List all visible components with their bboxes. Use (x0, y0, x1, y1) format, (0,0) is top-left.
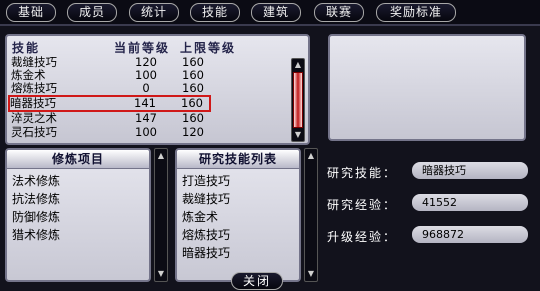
header-current-level: 当前等级 (114, 41, 171, 55)
skill-row-selected[interactable]: 暗器技巧 141 160 (8, 95, 211, 112)
skill-description-box (328, 34, 526, 141)
research-exp-field: 41552 (412, 194, 528, 211)
scroll-down-icon[interactable]: ▼ (293, 130, 303, 140)
skill-name: 淬灵之术 (11, 111, 57, 125)
list-item[interactable]: 抗法修炼 (12, 191, 60, 208)
tab-skills[interactable]: 技能 (190, 3, 240, 22)
skill-current-level: 147 (135, 111, 157, 125)
upgrade-exp-label: 升级经验： (327, 230, 398, 244)
skill-row[interactable]: 熔炼技巧 0 160 (11, 82, 266, 95)
tab-bar: 基础 成员 统计 技能 建筑 联赛 奖励标准 (0, 0, 540, 24)
scroll-thumb[interactable] (293, 72, 303, 128)
skill-max-level: 160 (181, 96, 203, 110)
research-list-scrollbar[interactable]: ▲ ▼ (304, 148, 318, 282)
scroll-up-icon[interactable]: ▲ (293, 60, 303, 70)
skill-name: 暗器技巧 (10, 96, 56, 110)
close-button[interactable]: 关闭 (231, 272, 283, 290)
skills-window: 技能 当前等级 上限等级 裁缝技巧 120 160 炼金术 100 160 熔炼… (0, 24, 540, 291)
list-item[interactable]: 打造技巧 (182, 173, 230, 190)
skill-current-level: 100 (135, 125, 157, 139)
list-item[interactable]: 炼金术 (182, 209, 218, 226)
tab-league[interactable]: 联赛 (314, 3, 364, 22)
skill-max-level: 120 (182, 125, 204, 139)
tab-buildings[interactable]: 建筑 (251, 3, 301, 22)
list-item[interactable]: 暗器技巧 (182, 245, 230, 262)
scroll-down-icon[interactable]: ▼ (156, 269, 166, 279)
training-list-title: 修炼项目 (7, 150, 149, 169)
research-list-title: 研究技能列表 (177, 150, 299, 169)
list-item[interactable]: 裁缝技巧 (182, 191, 230, 208)
research-skill-list: 研究技能列表 打造技巧 裁缝技巧 炼金术 熔炼技巧 暗器技巧 (175, 148, 301, 282)
scroll-down-icon[interactable]: ▼ (306, 269, 316, 279)
scroll-up-icon[interactable]: ▲ (306, 151, 316, 161)
research-exp-label: 研究经验： (327, 198, 398, 212)
research-skill-field: 暗器技巧 (412, 162, 528, 179)
tab-members[interactable]: 成员 (67, 3, 117, 22)
research-skill-label: 研究技能： (327, 166, 398, 180)
skill-name: 灵石技巧 (11, 125, 57, 139)
skill-row[interactable]: 淬灵之术 147 160 (11, 112, 266, 125)
header-max-level: 上限等级 (180, 41, 237, 55)
skill-row[interactable]: 灵石技巧 100 120 (11, 126, 266, 139)
skill-current-level: 0 (142, 81, 150, 95)
training-list-scrollbar[interactable]: ▲ ▼ (154, 148, 168, 282)
scroll-up-icon[interactable]: ▲ (156, 151, 166, 161)
upgrade-exp-field: 968872 (412, 226, 528, 243)
header-skill: 技能 (12, 41, 41, 55)
skill-name: 熔炼技巧 (11, 81, 57, 95)
list-item[interactable]: 猎术修炼 (12, 227, 60, 244)
skill-max-level: 160 (182, 81, 204, 95)
skill-current-level: 141 (134, 96, 156, 110)
list-item[interactable]: 法术修炼 (12, 173, 60, 190)
tab-statistics[interactable]: 统计 (129, 3, 179, 22)
tab-reward-standard[interactable]: 奖励标准 (376, 3, 456, 22)
skill-max-level: 160 (182, 111, 204, 125)
tab-basic[interactable]: 基础 (6, 3, 56, 22)
list-item[interactable]: 熔炼技巧 (182, 227, 230, 244)
skill-table: 技能 当前等级 上限等级 裁缝技巧 120 160 炼金术 100 160 熔炼… (5, 34, 310, 145)
skill-table-scrollbar[interactable]: ▲ ▼ (291, 58, 305, 142)
training-list: 修炼项目 法术修炼 抗法修炼 防御修炼 猎术修炼 (5, 148, 151, 282)
list-item[interactable]: 防御修炼 (12, 209, 60, 226)
